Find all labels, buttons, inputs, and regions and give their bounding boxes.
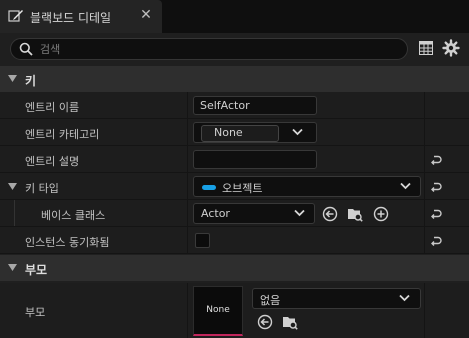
tab-blackboard-details[interactable]: 블랙보드 디테일 ✕ [0, 0, 162, 33]
details-panel: 키 엔트리 이름 SelfActor 엔트리 카테고리 None 엔트리 설명 [0, 33, 469, 338]
chevron-down-icon [294, 209, 305, 217]
row-entry-category: 엔트리 카테고리 None [0, 119, 469, 146]
row-entry-name: 엔트리 이름 SelfActor [0, 92, 469, 119]
thumbnail-label: None [206, 305, 230, 315]
gear-icon[interactable] [442, 39, 460, 57]
search-icon [19, 42, 33, 56]
entry-description-label: 엔트리 설명 [25, 155, 80, 168]
tab-title: 블랙보드 디테일 [30, 11, 112, 25]
base-class-value: Actor [201, 207, 230, 220]
chevron-down-icon [399, 294, 410, 302]
entry-name-field[interactable]: SelfActor [193, 96, 317, 115]
instance-synced-checkbox[interactable] [195, 233, 210, 248]
reset-to-default-icon[interactable] [430, 208, 442, 220]
entry-category-combo[interactable]: None [193, 122, 317, 143]
row-base-class: 베이스 클래스 Actor [0, 200, 469, 227]
chevron-down-icon [292, 128, 303, 136]
reset-to-default-icon[interactable] [430, 154, 442, 166]
key-type-label: 키 타입 [25, 182, 59, 195]
category-parent[interactable]: 부모 [0, 255, 469, 281]
caret-down-icon[interactable] [8, 183, 17, 190]
use-selected-arrow-icon[interactable] [257, 314, 273, 330]
base-class-label: 베이스 클래스 [41, 209, 106, 222]
entry-description-field[interactable] [193, 150, 317, 169]
table-view-icon[interactable] [419, 41, 433, 55]
entry-name-label: 엔트리 이름 [25, 101, 80, 114]
add-plus-icon[interactable] [373, 206, 389, 222]
search-input[interactable] [40, 40, 390, 58]
category-label: 부모 [25, 263, 48, 277]
parent-asset-value: 없음 [260, 294, 281, 307]
category-label: 키 [25, 74, 37, 88]
use-selected-arrow-icon[interactable] [322, 206, 338, 222]
tab-bar: 블랙보드 디테일 ✕ [0, 0, 469, 33]
row-entry-description: 엔트리 설명 [0, 146, 469, 173]
chevron-down-icon [400, 182, 411, 190]
parent-asset-combo[interactable]: 없음 [252, 288, 421, 309]
search-bar [10, 38, 408, 60]
object-type-pill-icon [202, 185, 216, 190]
key-type-combo[interactable]: 오브젝트 [193, 176, 421, 197]
pencil-edit-icon [8, 10, 23, 22]
instance-synced-label: 인스턴스 동기화됨 [25, 236, 110, 249]
row-instance-synced: 인스턴스 동기화됨 [0, 227, 469, 254]
category-key[interactable]: 키 [0, 66, 469, 92]
row-parent: 부모 None 없음 [0, 283, 469, 338]
reset-to-default-icon[interactable] [430, 181, 442, 193]
browse-folder-icon[interactable] [347, 206, 363, 222]
entry-category-value: None [214, 126, 243, 139]
row-key-type: 키 타입 오브젝트 [0, 173, 469, 200]
close-icon[interactable]: ✕ [139, 8, 153, 22]
caret-down-icon [8, 75, 17, 82]
key-type-value: 오브젝트 [222, 182, 263, 195]
reset-to-default-icon[interactable] [430, 235, 442, 247]
entry-category-label: 엔트리 카테고리 [25, 128, 100, 141]
caret-down-icon [8, 264, 17, 271]
asset-thumbnail[interactable]: None [193, 286, 243, 336]
browse-folder-icon[interactable] [282, 314, 298, 330]
parent-label: 부모 [25, 306, 46, 319]
base-class-combo[interactable]: Actor [193, 203, 315, 224]
